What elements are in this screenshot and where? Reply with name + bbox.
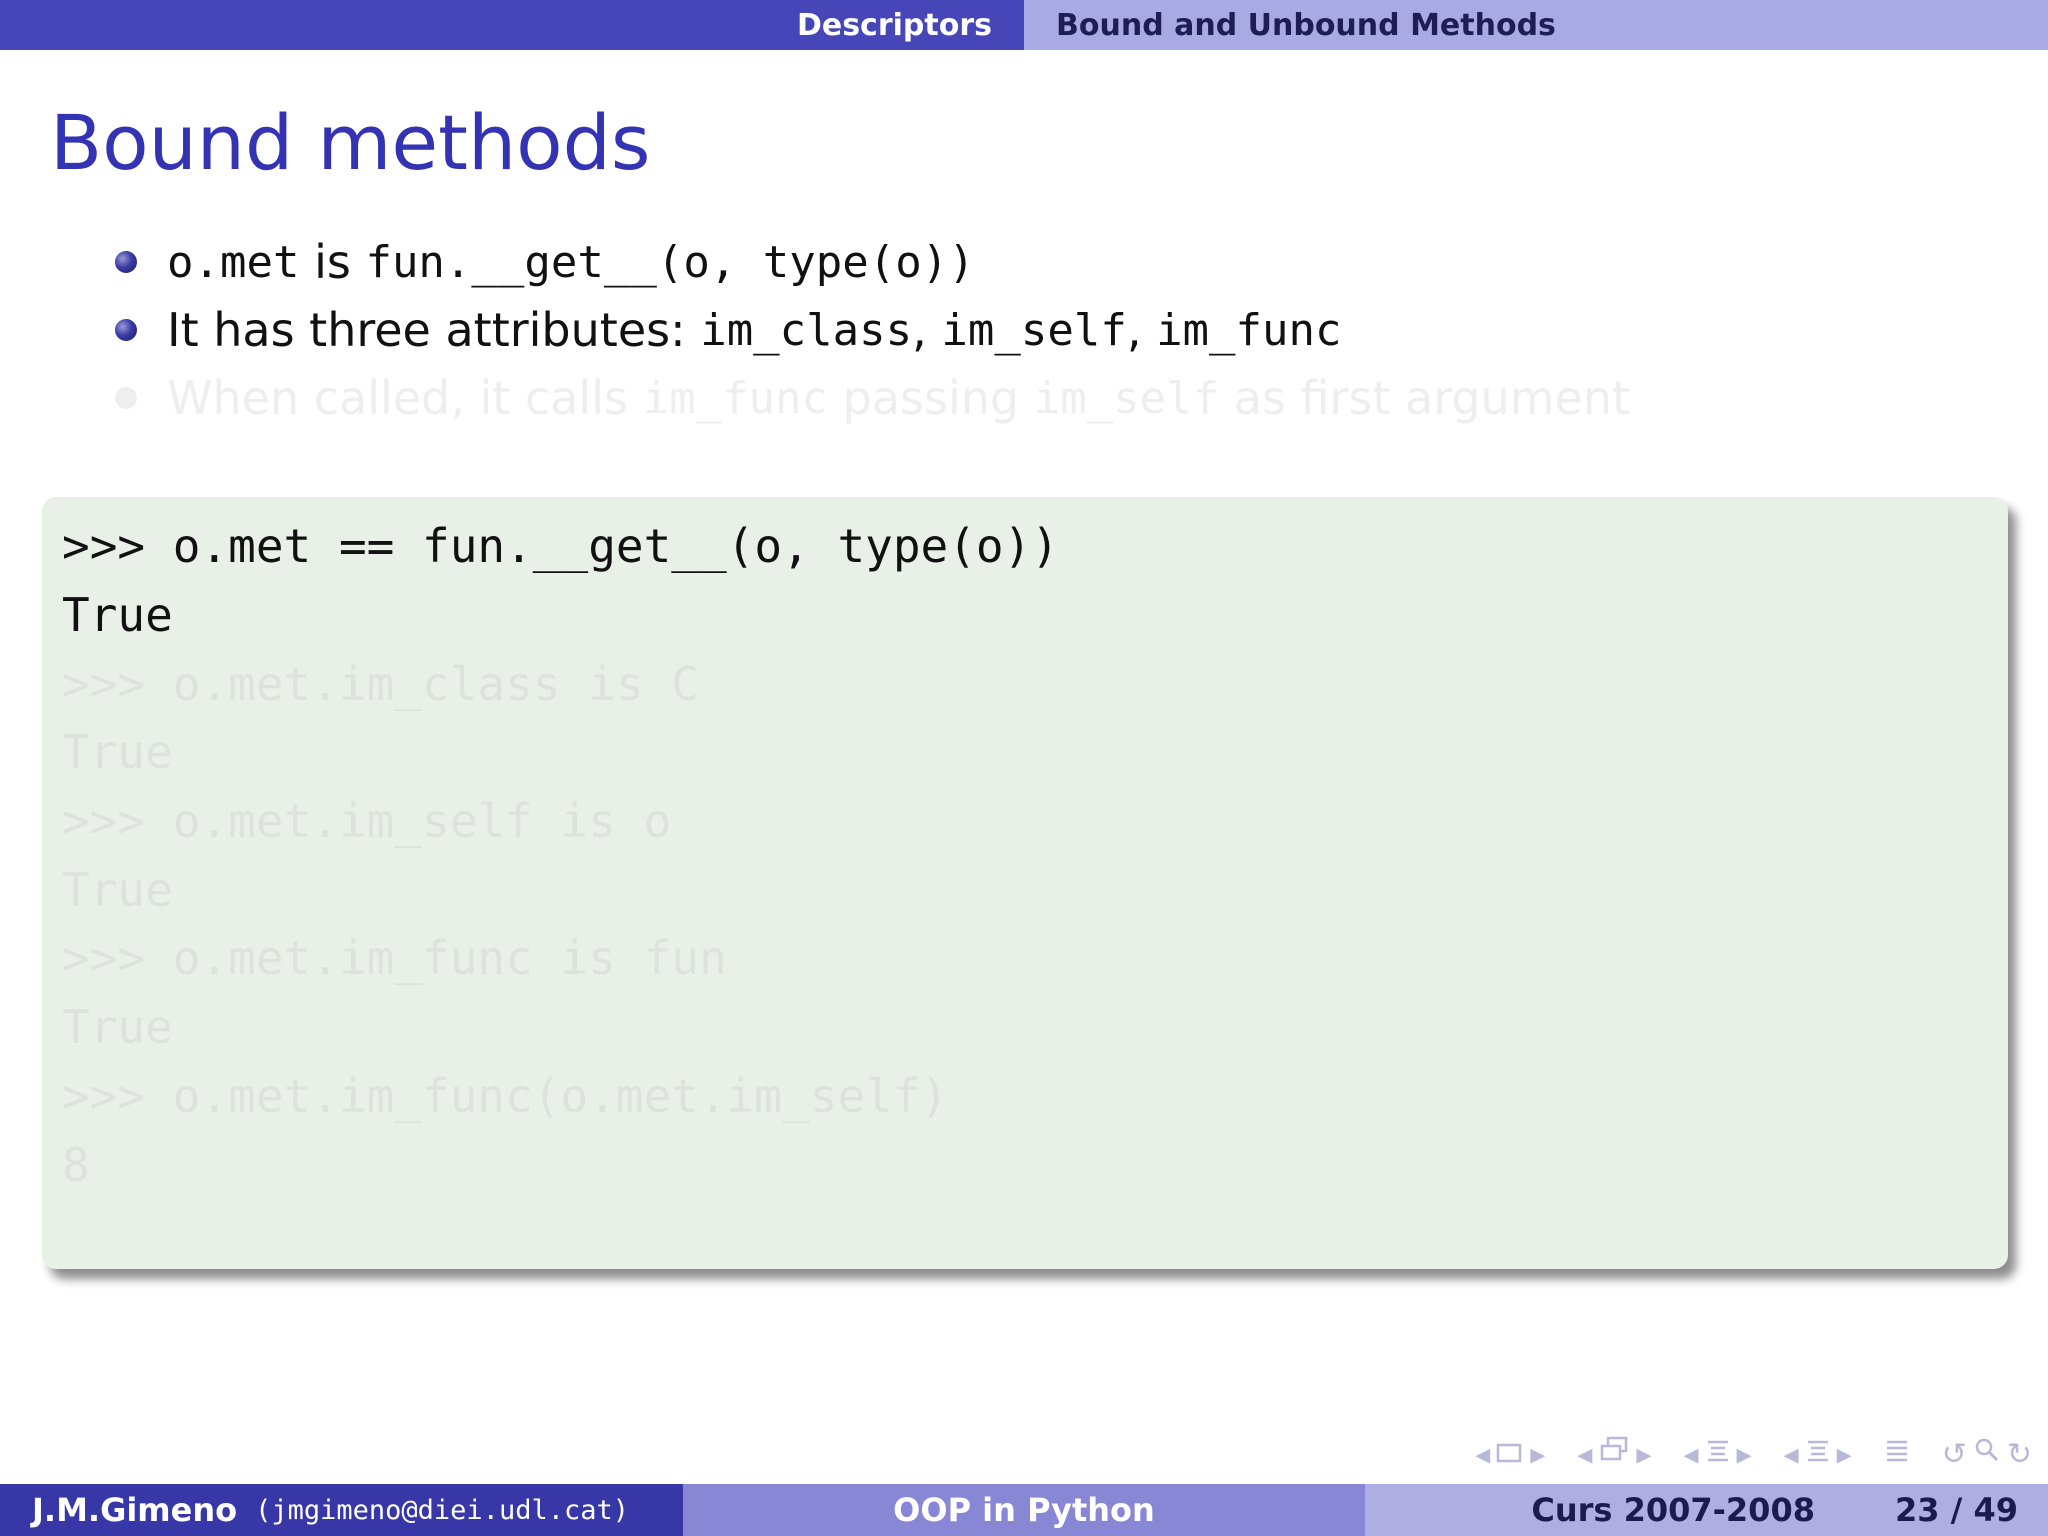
bullet-text: When called, it calls [167, 371, 643, 425]
bullet-separator: , [912, 303, 942, 357]
bullet-code: im_func [642, 372, 829, 424]
nav-subsection-list-group: ◂ ▸ [1784, 1437, 1852, 1472]
bullet-text: is [299, 235, 366, 289]
code-line-hidden: True [62, 862, 173, 917]
footer-title-label: OOP in Python [893, 1491, 1155, 1529]
code-lines: >>> o.met == fun.__get__(o, type(o)) Tru… [62, 512, 1059, 1199]
bullet-code: im_self [1033, 372, 1220, 424]
footer-author: J.M.Gimeno (jmgimeno@diei.udl.cat) [0, 1484, 683, 1536]
navigation-symbols: ◂ ▸ ◂ ▸ ◂ ▸ ◂ ▸ ↺ ↻ [1453, 1436, 2032, 1472]
toc-icon[interactable] [1884, 1437, 1910, 1472]
subsection-next-icon[interactable]: ▸ [1636, 1437, 1651, 1472]
footer-author-email: (jmgimeno@diei.udl.cat) [255, 1494, 629, 1526]
section-next-icon[interactable]: ▸ [1737, 1437, 1752, 1472]
bullet-list: o.met is fun.__get__(o, type(o)) It has … [115, 228, 1630, 432]
header-subsection[interactable]: Bound and Unbound Methods [1024, 0, 2048, 50]
header-section-label: Descriptors [796, 7, 992, 43]
bullet-text: as first argument [1219, 371, 1631, 425]
frame-next-icon[interactable]: ▸ [1530, 1437, 1545, 1472]
bullet-code: o.met [167, 236, 300, 288]
back-icon[interactable]: ↺ [1942, 1437, 1967, 1472]
footer-author-name: J.M.Gimeno [32, 1491, 238, 1529]
bullet-item: It has three attributes: im_class , im_s… [115, 296, 1630, 364]
footer-bar: J.M.Gimeno (jmgimeno@diei.udl.cat) OOP i… [0, 1484, 2048, 1536]
code-block: >>> o.met == fun.__get__(o, type(o)) Tru… [42, 497, 2008, 1269]
forward-icon[interactable]: ↻ [2007, 1437, 2032, 1472]
nav-section-group: ◂ ▸ [1683, 1437, 1751, 1472]
section-prev-icon[interactable]: ◂ [1683, 1437, 1698, 1472]
bullet-icon [115, 319, 137, 341]
bullet-item-hidden: When called, it calls im_func passing im… [115, 364, 1630, 432]
bullet-code: im_class [700, 304, 913, 356]
footer-date-label: Curs 2007-2008 [1531, 1491, 1815, 1529]
search-icon[interactable] [1973, 1436, 2001, 1472]
code-line-hidden: >>> o.met.im_func is fun [62, 931, 727, 986]
code-line-hidden: 8 [62, 1137, 90, 1192]
subsection-list-next-icon[interactable]: ▸ [1837, 1437, 1852, 1472]
bullet-separator: , [1126, 303, 1157, 357]
header-subsection-label: Bound and Unbound Methods [1056, 7, 1556, 43]
frame-prev-icon[interactable]: ◂ [1475, 1437, 1490, 1472]
code-line-hidden: True [62, 1000, 173, 1055]
bullet-code: im_self [941, 304, 1127, 356]
code-line-hidden: True [62, 725, 173, 780]
footer-page-number: 23 / 49 [1894, 1491, 2018, 1529]
code-line-hidden: >>> o.met.im_func(o.met.im_self) [62, 1068, 949, 1123]
bullet-icon [115, 251, 137, 273]
code-line: >>> o.met == fun.__get__(o, type(o)) [62, 519, 1059, 574]
frame-title: Bound methods [50, 98, 651, 187]
nav-toc-group [1884, 1437, 1910, 1472]
code-line: True [62, 588, 173, 643]
code-line-hidden: >>> o.met.im_self is o [62, 794, 672, 849]
bullet-item: o.met is fun.__get__(o, type(o)) [115, 228, 1630, 296]
subsection-prev-icon[interactable]: ◂ [1577, 1437, 1592, 1472]
footer-date: Curs 2007-2008 23 / 49 [1365, 1484, 2048, 1536]
header-bar: Descriptors Bound and Unbound Methods [0, 0, 2048, 50]
bullet-text: passing [828, 371, 1034, 425]
subsection-list-icon[interactable] [1805, 1437, 1831, 1472]
subsection-list-prev-icon[interactable]: ◂ [1784, 1437, 1799, 1472]
nav-subsection-group: ◂ ▸ [1577, 1436, 1651, 1472]
section-icon[interactable] [1705, 1437, 1731, 1472]
subsection-icon[interactable] [1598, 1436, 1630, 1472]
nav-frame-group: ◂ ▸ [1475, 1437, 1545, 1472]
footer-title: OOP in Python [683, 1484, 1365, 1536]
frame-icon[interactable] [1496, 1437, 1524, 1472]
bullet-code: im_func [1156, 304, 1342, 356]
bullet-icon [115, 387, 137, 409]
bullet-text: It has three attributes: [167, 303, 701, 357]
nav-history-group: ↺ ↻ [1942, 1436, 2032, 1472]
header-section[interactable]: Descriptors [0, 0, 1024, 50]
code-line-hidden: >>> o.met.im_class is C [62, 656, 699, 711]
bullet-code: fun.__get__(o, type(o)) [365, 236, 975, 288]
